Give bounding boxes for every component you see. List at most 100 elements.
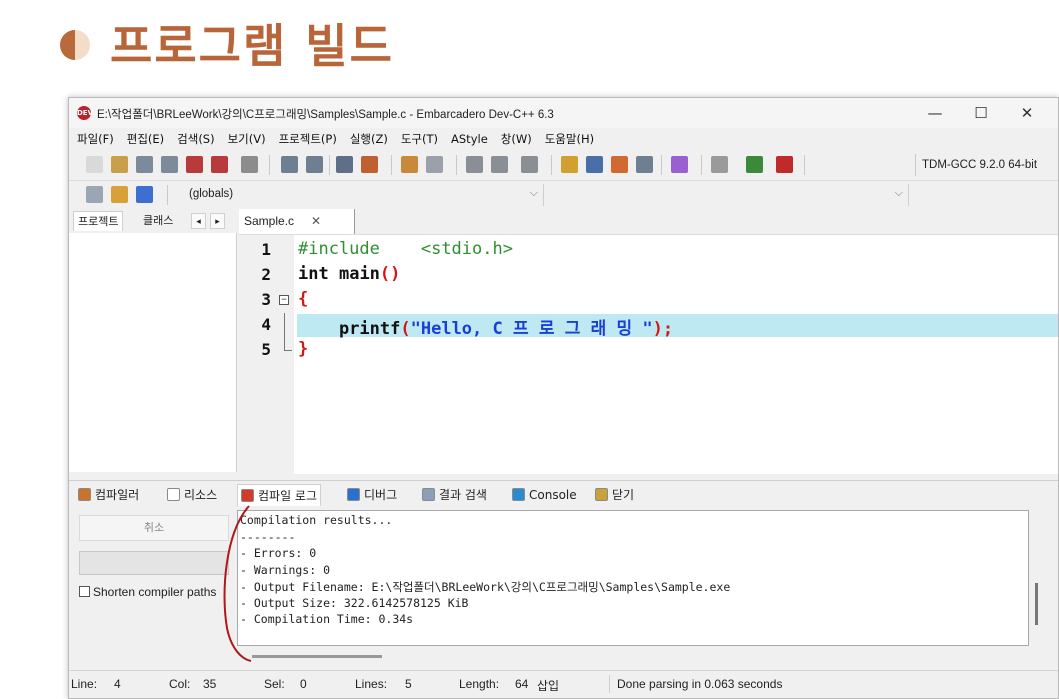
window-icon[interactable] xyxy=(586,156,603,173)
compile-log[interactable]: Compilation results... -------- - Errors: … xyxy=(237,510,1029,646)
find-icon[interactable] xyxy=(281,156,298,173)
tab-scroll-right-button[interactable]: ▸ xyxy=(210,213,225,229)
replace-icon[interactable] xyxy=(306,156,323,173)
save-all-icon[interactable] xyxy=(161,156,178,173)
run-icon[interactable] xyxy=(491,156,508,173)
line-number: 5 xyxy=(261,340,271,359)
status-message: Done parsing in 0.063 seconds xyxy=(617,677,783,691)
slide-header: 프로그램 빌드 xyxy=(0,0,1059,95)
bullet-icon xyxy=(60,30,90,60)
log-horizontal-scrollbar[interactable] xyxy=(252,655,382,658)
compile-run-icon[interactable] xyxy=(521,156,538,173)
check-icon[interactable] xyxy=(671,156,688,173)
chevron-down-icon: ⌵ xyxy=(894,187,903,199)
menu-item-6[interactable]: 도구(T) xyxy=(401,131,438,147)
menu-item-5[interactable]: 실행(Z) xyxy=(350,131,388,147)
tab-icon xyxy=(347,488,360,501)
new-file-icon[interactable] xyxy=(86,156,103,173)
layout-icon[interactable] xyxy=(636,156,653,173)
bottom-tab-2[interactable]: 컴파일 로그 xyxy=(237,484,322,506)
shorten-paths-checkbox[interactable] xyxy=(79,586,90,597)
menu-item-3[interactable]: 보기(V) xyxy=(228,131,266,147)
menu-item-8[interactable]: 창(W) xyxy=(501,131,532,147)
grid-icon[interactable] xyxy=(561,156,578,173)
goto-icon[interactable] xyxy=(86,186,103,203)
chevron-down-icon: ⌵ xyxy=(529,187,538,199)
status-length-label: Length: xyxy=(459,677,500,691)
menu-item-0[interactable]: 파일(F) xyxy=(77,131,114,147)
line-number: 4 xyxy=(261,315,271,334)
tab-icon xyxy=(512,488,525,501)
code-line[interactable]: 1 #include <stdio.h> xyxy=(239,238,1058,263)
bottom-tab-4[interactable]: 결과 검색 xyxy=(419,484,490,506)
indent-icon[interactable] xyxy=(336,156,353,173)
insert-icon[interactable] xyxy=(136,186,153,203)
shorten-paths-label: Shorten compiler paths xyxy=(93,585,217,599)
bottom-tab-1[interactable]: 리소스 xyxy=(164,484,220,506)
bottom-tab-6[interactable]: 닫기 xyxy=(592,484,637,506)
bookmark-icon[interactable] xyxy=(111,186,128,203)
close-button[interactable]: ✕ xyxy=(1004,100,1050,126)
menu-bar: 파일(F) 편집(E) 검색(S) 보기(V) 프로젝트(P) 실행(Z) 도구(T) ASt… xyxy=(69,128,1058,150)
cancel-button[interactable]: 취소 xyxy=(79,515,229,541)
undo-icon[interactable] xyxy=(401,156,418,173)
compiler-select[interactable]: TDM-GCC 9.2.0 64-bit xyxy=(915,154,1058,176)
log-line: - Warnings: 0 xyxy=(240,562,331,577)
scope-combo[interactable]: (globals) ⌵ xyxy=(184,184,544,206)
menu-item-9[interactable]: 도움말(H) xyxy=(545,131,594,147)
menu-item-1[interactable]: 편집(E) xyxy=(127,131,164,147)
close-all-icon[interactable] xyxy=(211,156,228,173)
tab-icon xyxy=(167,488,180,501)
close-icon[interactable]: ✕ xyxy=(311,209,321,233)
tab-scroll-left-button[interactable]: ◂ xyxy=(191,213,206,229)
bottom-tab-5[interactable]: Console xyxy=(509,484,580,506)
unindent-icon[interactable] xyxy=(361,156,378,173)
bottom-tab-0[interactable]: 컴파일러 xyxy=(75,484,142,506)
save-icon[interactable] xyxy=(136,156,153,173)
code-line[interactable]: 4 printf("Hello, C 프 로 그 래 밍 "); xyxy=(239,313,1058,339)
line-number: 3 xyxy=(261,290,271,309)
shorten-paths-option[interactable]: Shorten compiler paths xyxy=(79,585,237,599)
print-icon[interactable] xyxy=(241,156,258,173)
minimize-button[interactable]: — xyxy=(912,100,958,126)
open-file-icon[interactable] xyxy=(111,156,128,173)
stop-icon[interactable] xyxy=(711,156,728,173)
compile-progress xyxy=(79,551,229,575)
status-length-value: 64 xyxy=(515,677,529,691)
bottom-tab-label: 컴파일 로그 xyxy=(258,489,318,503)
menu-item-4[interactable]: 프로젝트(P) xyxy=(279,131,337,147)
code-line[interactable]: 5} xyxy=(239,338,1058,363)
code-text: #include <stdio.h> xyxy=(298,239,513,259)
close-file-icon[interactable] xyxy=(186,156,203,173)
tab-icon xyxy=(78,488,91,501)
project-panel: 프로젝트 클래스 ◂ ▸ xyxy=(69,209,237,472)
log-line: - Errors: 0 xyxy=(240,546,317,560)
fold-toggle-icon[interactable]: − xyxy=(279,295,289,305)
code-line[interactable]: 3−{ xyxy=(239,288,1058,313)
line-number: 1 xyxy=(261,240,271,259)
bottom-tab-3[interactable]: 디버그 xyxy=(344,484,400,506)
status-line-label: Line: xyxy=(71,677,98,691)
color-icon[interactable] xyxy=(611,156,628,173)
bottom-tab-label: 컴파일러 xyxy=(95,488,140,502)
tab-sample-c[interactable]: Sample.c ✕ xyxy=(239,209,355,234)
function-combo[interactable]: ⌵ xyxy=(547,184,909,206)
compile-icon[interactable] xyxy=(466,156,483,173)
status-lines-label: Lines: xyxy=(355,677,388,691)
tab-class[interactable]: 클래스 xyxy=(139,211,177,231)
code-line[interactable]: 2 int main() xyxy=(239,263,1058,288)
chart-icon[interactable] xyxy=(746,156,763,173)
bottom-tab-label: 결과 검색 xyxy=(439,488,487,502)
tab-project[interactable]: 프로젝트 xyxy=(73,211,124,231)
line-number: 2 xyxy=(261,265,271,284)
profile-icon[interactable] xyxy=(776,156,793,173)
code-editor[interactable]: 1 #include <stdio.h> 2 int main() 3−{4 print… xyxy=(239,234,1058,475)
scope-combo-value: (globals) xyxy=(189,188,234,200)
menu-item-7[interactable]: AStyle xyxy=(451,132,488,146)
maximize-button[interactable]: ☐ xyxy=(958,100,1004,126)
menu-item-2[interactable]: 검색(S) xyxy=(177,131,214,147)
bottom-tab-label: 리소스 xyxy=(184,488,218,502)
redo-icon[interactable] xyxy=(426,156,443,173)
log-scrollbar[interactable] xyxy=(1035,583,1038,625)
bottom-tab-label: 닫기 xyxy=(612,488,635,502)
